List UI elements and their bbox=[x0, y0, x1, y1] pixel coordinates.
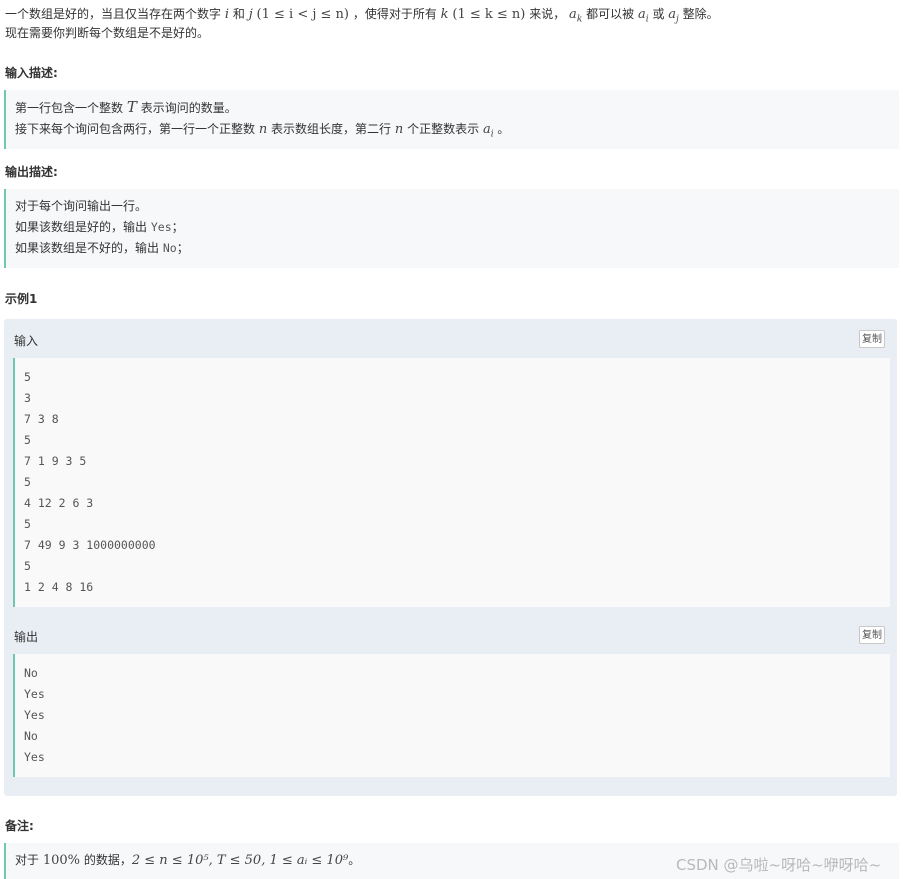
output-line: Yes bbox=[24, 708, 45, 722]
example-input-code[interactable]: 5 3 7 3 8 5 7 1 9 3 5 5 4 12 2 6 3 5 7 4… bbox=[13, 358, 890, 607]
input-line: 5 bbox=[24, 433, 31, 447]
input-desc-line-2: 接下来每个询问包含两行，第一行一个正整数 n 表示数组长度，第二行 n 个正整数… bbox=[15, 122, 510, 140]
output-line: No bbox=[24, 666, 38, 680]
output-desc-line-3: 如果该数组是不好的，输出 No； bbox=[15, 241, 189, 255]
input-line: 3 bbox=[24, 391, 31, 405]
intro-text-2: ，使得对于所有 bbox=[352, 7, 437, 21]
input-description-box: 第一行包含一个整数 T 表示询问的数量。 接下来每个询问包含两行，第一行一个正整… bbox=[4, 90, 899, 149]
intro-text-4: 都可以被 bbox=[586, 7, 635, 21]
intro-text: 一个数组是好的，当且仅当存在两个数字 bbox=[5, 7, 222, 21]
input-desc-line-1: 第一行包含一个整数 T 表示询问的数量。 bbox=[15, 98, 237, 116]
input-description-heading: 输入描述: bbox=[5, 66, 58, 80]
example-heading: 示例1 bbox=[5, 292, 38, 306]
input-line: 4 12 2 6 3 bbox=[24, 496, 94, 510]
input-line: 7 3 8 bbox=[24, 412, 59, 426]
example-panel: 输入 复制 5 3 7 3 8 5 7 1 9 3 5 5 4 12 2 6 3… bbox=[4, 319, 897, 796]
csdn-watermark: CSDN @乌啦~呀哈~咿呀哈~ bbox=[676, 856, 882, 874]
word-or: 或 bbox=[652, 7, 665, 21]
output-line: Yes bbox=[24, 750, 45, 764]
example-output-code[interactable]: No Yes Yes No Yes bbox=[13, 654, 890, 777]
var-i: i bbox=[224, 7, 230, 22]
word-and: 和 bbox=[232, 7, 245, 21]
var-n-2: n bbox=[394, 122, 404, 137]
input-line: 5 bbox=[24, 370, 31, 384]
output-description-heading: 输出描述: bbox=[5, 165, 58, 179]
example-input-label: 输入 bbox=[14, 334, 39, 348]
output-desc-line-1: 对于每个询问输出一行。 bbox=[15, 199, 148, 213]
output-description-box: 对于每个询问输出一行。 如果该数组是好的，输出 Yes； 如果该数组是不好的，输… bbox=[4, 189, 899, 268]
yes-literal: Yes bbox=[150, 220, 172, 234]
var-aj: aj bbox=[668, 7, 679, 25]
note-heading: 备注: bbox=[5, 819, 34, 833]
problem-intro-line-2: 现在需要你判断每个数组是不是好的。 bbox=[5, 26, 210, 40]
input-line: 1 2 4 8 16 bbox=[24, 580, 94, 594]
output-desc-line-2: 如果该数组是好的，输出 Yes； bbox=[15, 220, 184, 234]
var-ai: ai bbox=[637, 7, 649, 25]
condition-k: (1 ≤ k ≤ n) bbox=[452, 7, 526, 22]
input-line: 5 bbox=[24, 475, 31, 489]
copy-input-button[interactable]: 复制 bbox=[859, 330, 885, 348]
var-n: n bbox=[258, 122, 268, 137]
intro-text-5: 整除。 bbox=[682, 7, 719, 21]
input-line: 5 bbox=[24, 559, 31, 573]
var-k: k bbox=[440, 7, 449, 22]
output-line: Yes bbox=[24, 687, 45, 701]
output-line: No bbox=[24, 729, 38, 743]
input-line: 5 bbox=[24, 517, 31, 531]
condition-ij: (1 ≤ i < j ≤ n) bbox=[256, 7, 349, 22]
var-ak: ak bbox=[569, 7, 583, 25]
input-line: 7 1 9 3 5 bbox=[24, 454, 87, 468]
intro-text-3: 来说， bbox=[529, 7, 566, 21]
copy-output-button[interactable]: 复制 bbox=[859, 626, 885, 644]
example-output-label: 输出 bbox=[14, 630, 39, 644]
note-constraints: 2 ≤ n ≤ 10⁵, T ≤ 50, 1 ≤ aᵢ ≤ 10⁹ bbox=[131, 853, 349, 868]
input-line: 7 49 9 3 1000000000 bbox=[24, 538, 156, 552]
var-T: T bbox=[126, 98, 137, 116]
var-j: j bbox=[248, 7, 253, 22]
var-ai: ai bbox=[482, 122, 494, 140]
note-percent: 100% bbox=[42, 853, 81, 868]
no-literal: No bbox=[162, 241, 177, 255]
note-line: 对于 100% 的数据，2 ≤ n ≤ 10⁵, T ≤ 50, 1 ≤ aᵢ … bbox=[15, 853, 361, 868]
